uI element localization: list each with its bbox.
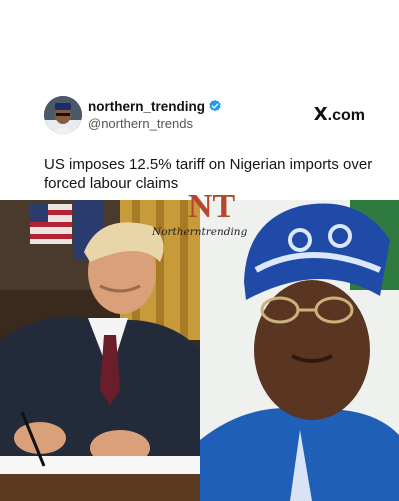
source-x-com[interactable]: X.com	[314, 104, 365, 125]
source-domain: .com	[327, 107, 365, 124]
display-name[interactable]: northern_trending	[88, 99, 222, 114]
verified-badge-icon	[209, 99, 221, 112]
display-name-text[interactable]: northern_trending	[88, 99, 205, 114]
watermark-logo: NT	[188, 188, 235, 226]
post-header: northern_trending @northern_trends X.com	[0, 96, 399, 136]
watermark-text: Northerntrending	[152, 226, 248, 238]
avatar[interactable]	[44, 96, 82, 134]
x-logo-icon: X	[313, 104, 328, 125]
watermark: NT Northerntrending	[152, 188, 247, 248]
user-handle[interactable]: @northern_trends	[88, 116, 193, 131]
watermark-letters: NT	[188, 188, 236, 225]
